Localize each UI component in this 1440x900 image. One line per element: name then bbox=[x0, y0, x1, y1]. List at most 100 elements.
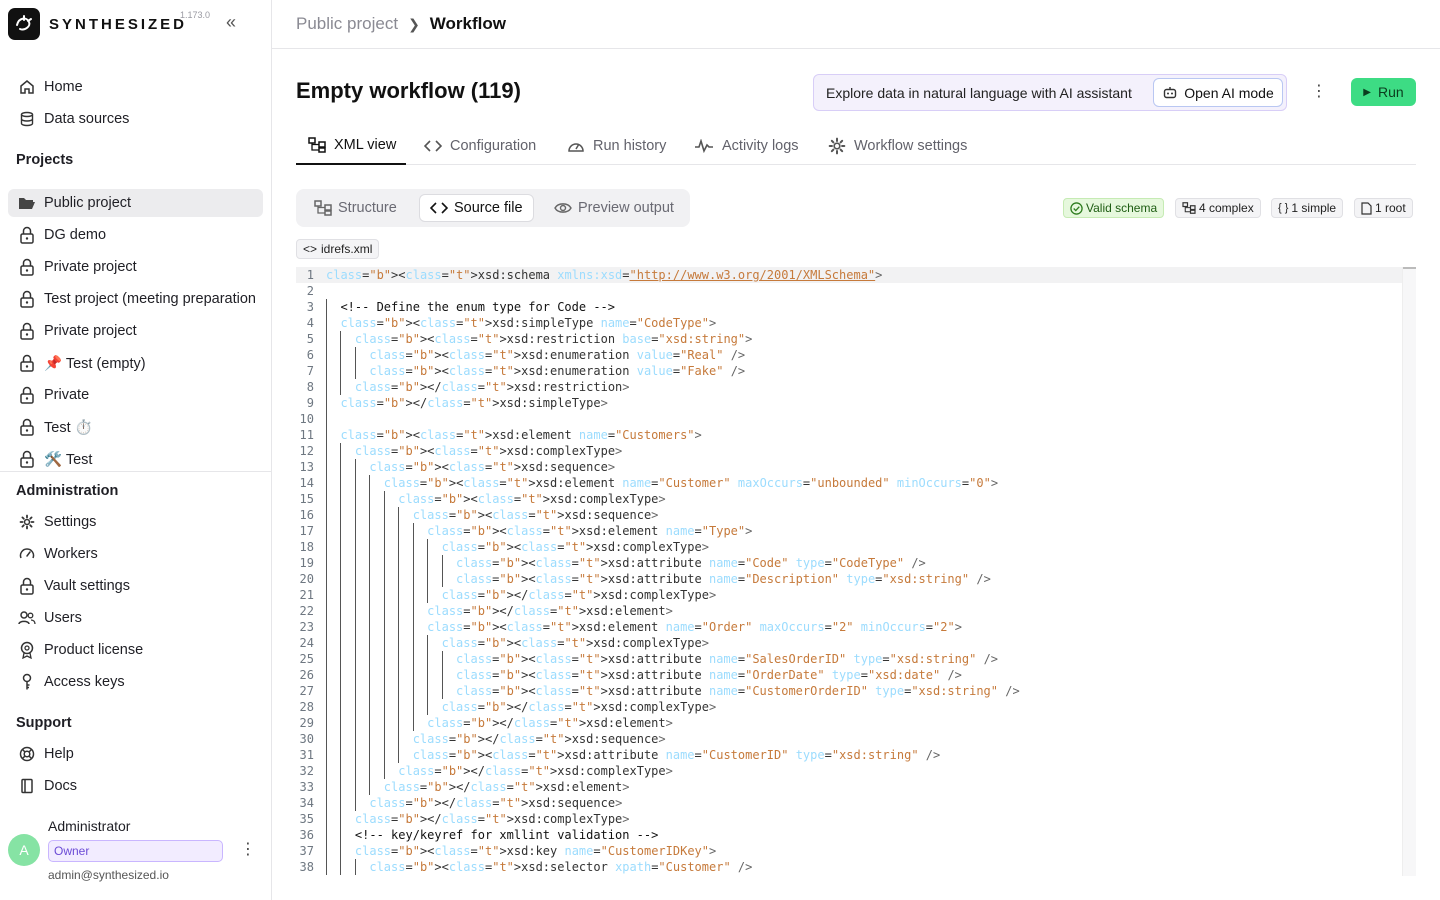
code-text: class="b"><class="t">xsd:element name="O… bbox=[427, 620, 962, 634]
project-item-test-timer[interactable]: Test ⏱️ bbox=[8, 413, 263, 441]
segment-label: Preview output bbox=[578, 200, 674, 216]
nav-access-keys[interactable]: Access keys bbox=[8, 668, 263, 696]
app-version: 1.173.0 bbox=[180, 10, 211, 20]
lifebuoy-icon bbox=[18, 745, 36, 763]
nav-settings[interactable]: Settings bbox=[8, 508, 263, 536]
nav-users[interactable]: Users bbox=[8, 604, 263, 632]
home-icon bbox=[18, 78, 36, 96]
segment-preview-output[interactable]: Preview output bbox=[544, 194, 684, 222]
code-brackets-icon bbox=[424, 139, 442, 153]
nav-data-sources-label: Data sources bbox=[44, 111, 130, 127]
file-name-chip[interactable]: <> idrefs.xml bbox=[296, 239, 380, 259]
code-line: 2 bbox=[296, 283, 1402, 299]
code-line: 24 class="b"><class="t">xsd:complexType> bbox=[296, 635, 1402, 651]
valid-schema-badge: Valid schema bbox=[1063, 198, 1165, 218]
line-number: 36 bbox=[299, 828, 314, 842]
code-line: 3 <!-- Define the enum type for Code --> bbox=[296, 299, 1402, 315]
line-number: 11 bbox=[299, 428, 314, 442]
license-badge-icon bbox=[18, 641, 36, 659]
indent-guide bbox=[412, 523, 414, 731]
braces-icon: { } bbox=[1278, 202, 1289, 214]
tab-activity-logs[interactable]: Activity logs bbox=[694, 126, 799, 165]
code-line: 11 class="b"><class="t">xsd:element name… bbox=[296, 427, 1402, 443]
administration-section-title: Administration bbox=[16, 483, 119, 499]
breadcrumb: Public project ❯ Workflow bbox=[296, 14, 506, 34]
segment-source-file[interactable]: Source file bbox=[419, 194, 534, 222]
nav-product-license[interactable]: Product license bbox=[8, 636, 263, 664]
line-number: 13 bbox=[299, 460, 314, 474]
project-item-test-project-meeting[interactable]: Test project (meeting preparation bbox=[8, 285, 263, 313]
sidebar-divider bbox=[0, 471, 271, 472]
project-item-test-tools[interactable]: 🛠️ Test bbox=[8, 445, 263, 473]
code-line: 6 class="b"><class="t">xsd:enumeration v… bbox=[296, 347, 1402, 363]
run-button[interactable]: ▶ Run bbox=[1351, 78, 1416, 106]
project-item-private[interactable]: Private bbox=[8, 381, 263, 409]
project-label: 📌 Test (empty) bbox=[44, 355, 146, 372]
project-item-private-project[interactable]: Private project bbox=[8, 253, 263, 281]
line-number: 30 bbox=[299, 732, 314, 746]
tab-run-history[interactable]: Run history bbox=[567, 126, 666, 165]
lock-icon bbox=[18, 226, 36, 244]
project-item-test-empty[interactable]: 📌 Test (empty) bbox=[8, 349, 263, 377]
line-number: 7 bbox=[306, 364, 314, 378]
structure-icon bbox=[1182, 202, 1196, 214]
tab-xml-view[interactable]: XML view bbox=[296, 126, 406, 165]
valid-schema-label: Valid schema bbox=[1086, 201, 1158, 215]
nav-help[interactable]: Help bbox=[8, 740, 263, 768]
user-profile: A Administrator Owner admin@synthesized.… bbox=[8, 816, 264, 888]
nav-docs-label: Docs bbox=[44, 778, 78, 794]
line-number: 32 bbox=[299, 764, 314, 778]
breadcrumb-parent[interactable]: Public project bbox=[296, 14, 398, 34]
project-label: Private project bbox=[44, 259, 137, 275]
user-menu-kebab-icon[interactable]: ⋮ bbox=[240, 840, 256, 860]
more-options-icon[interactable]: ⋮ bbox=[1311, 82, 1327, 102]
indent-guide bbox=[326, 299, 327, 875]
project-item-private-project-2[interactable]: Private project bbox=[8, 317, 263, 345]
code-line: 19 class="b"><class="t">xsd:attribute na… bbox=[296, 555, 1402, 571]
file-name: idrefs.xml bbox=[321, 242, 373, 256]
line-number: 18 bbox=[299, 540, 314, 554]
line-number: 16 bbox=[299, 508, 314, 522]
project-label: Test ⏱️ bbox=[44, 419, 93, 436]
project-label: Private bbox=[44, 387, 90, 403]
role-badge: Owner bbox=[48, 840, 223, 862]
code-text: class="b"></class="t">xsd:complexType> bbox=[398, 764, 673, 778]
segment-label: Structure bbox=[338, 200, 397, 216]
brand[interactable]: SYNTHESIZED bbox=[8, 8, 187, 40]
project-item-dg-demo[interactable]: DG demo bbox=[8, 221, 263, 249]
nav-docs[interactable]: Docs bbox=[8, 772, 263, 800]
editor-scrollbar[interactable] bbox=[1402, 267, 1416, 876]
code-text: class="b"></class="t">xsd:element> bbox=[427, 716, 673, 730]
nav-vault-settings[interactable]: Vault settings bbox=[8, 572, 263, 600]
line-number: 12 bbox=[299, 444, 314, 458]
code-line: 35 class="b"></class="t">xsd:complexType… bbox=[296, 811, 1402, 827]
activity-pulse-icon bbox=[694, 138, 714, 153]
open-ai-mode-button[interactable]: Open AI mode bbox=[1153, 78, 1283, 107]
code-text: class="b"><class="t">xsd:enumeration val… bbox=[369, 348, 746, 362]
avatar[interactable]: A bbox=[8, 834, 40, 866]
code-text: class="b"><class="t">xsd:sequence> bbox=[412, 508, 659, 522]
code-editor[interactable]: 1 class="b"><class="t">xsd:schema xmlns:x… bbox=[296, 267, 1416, 876]
project-item-public[interactable]: Public project bbox=[8, 189, 263, 217]
collapse-sidebar-icon[interactable]: « bbox=[226, 12, 236, 32]
code-line: 26 class="b"><class="t">xsd:attribute na… bbox=[296, 667, 1402, 683]
code-text: class="b"><class="t">xsd:simpleType name… bbox=[340, 316, 717, 330]
line-number: 23 bbox=[299, 620, 314, 634]
segment-structure[interactable]: Structure bbox=[304, 194, 407, 222]
line-number: 15 bbox=[299, 492, 314, 506]
code-line: 20 class="b"><class="t">xsd:attribute na… bbox=[296, 571, 1402, 587]
nav-workers[interactable]: Workers bbox=[8, 540, 263, 568]
code-line: 27 class="b"><class="t">xsd:attribute na… bbox=[296, 683, 1402, 699]
nav-data-sources[interactable]: Data sources bbox=[8, 105, 263, 133]
support-section-title: Support bbox=[16, 715, 72, 731]
tab-configuration[interactable]: Configuration bbox=[424, 126, 536, 165]
nav-workers-label: Workers bbox=[44, 546, 98, 562]
gear-icon bbox=[828, 137, 846, 155]
code-line: 30 class="b"></class="t">xsd:sequence> bbox=[296, 731, 1402, 747]
workflow-tabs: XML view Configuration Run history Activ… bbox=[296, 126, 1416, 165]
database-icon bbox=[18, 110, 36, 128]
tab-workflow-settings[interactable]: Workflow settings bbox=[828, 126, 967, 165]
code-text: class="b"></class="t">xsd:sequence> bbox=[369, 796, 623, 810]
nav-home[interactable]: Home bbox=[8, 73, 263, 101]
code-line: 15 class="b"><class="t">xsd:complexType> bbox=[296, 491, 1402, 507]
